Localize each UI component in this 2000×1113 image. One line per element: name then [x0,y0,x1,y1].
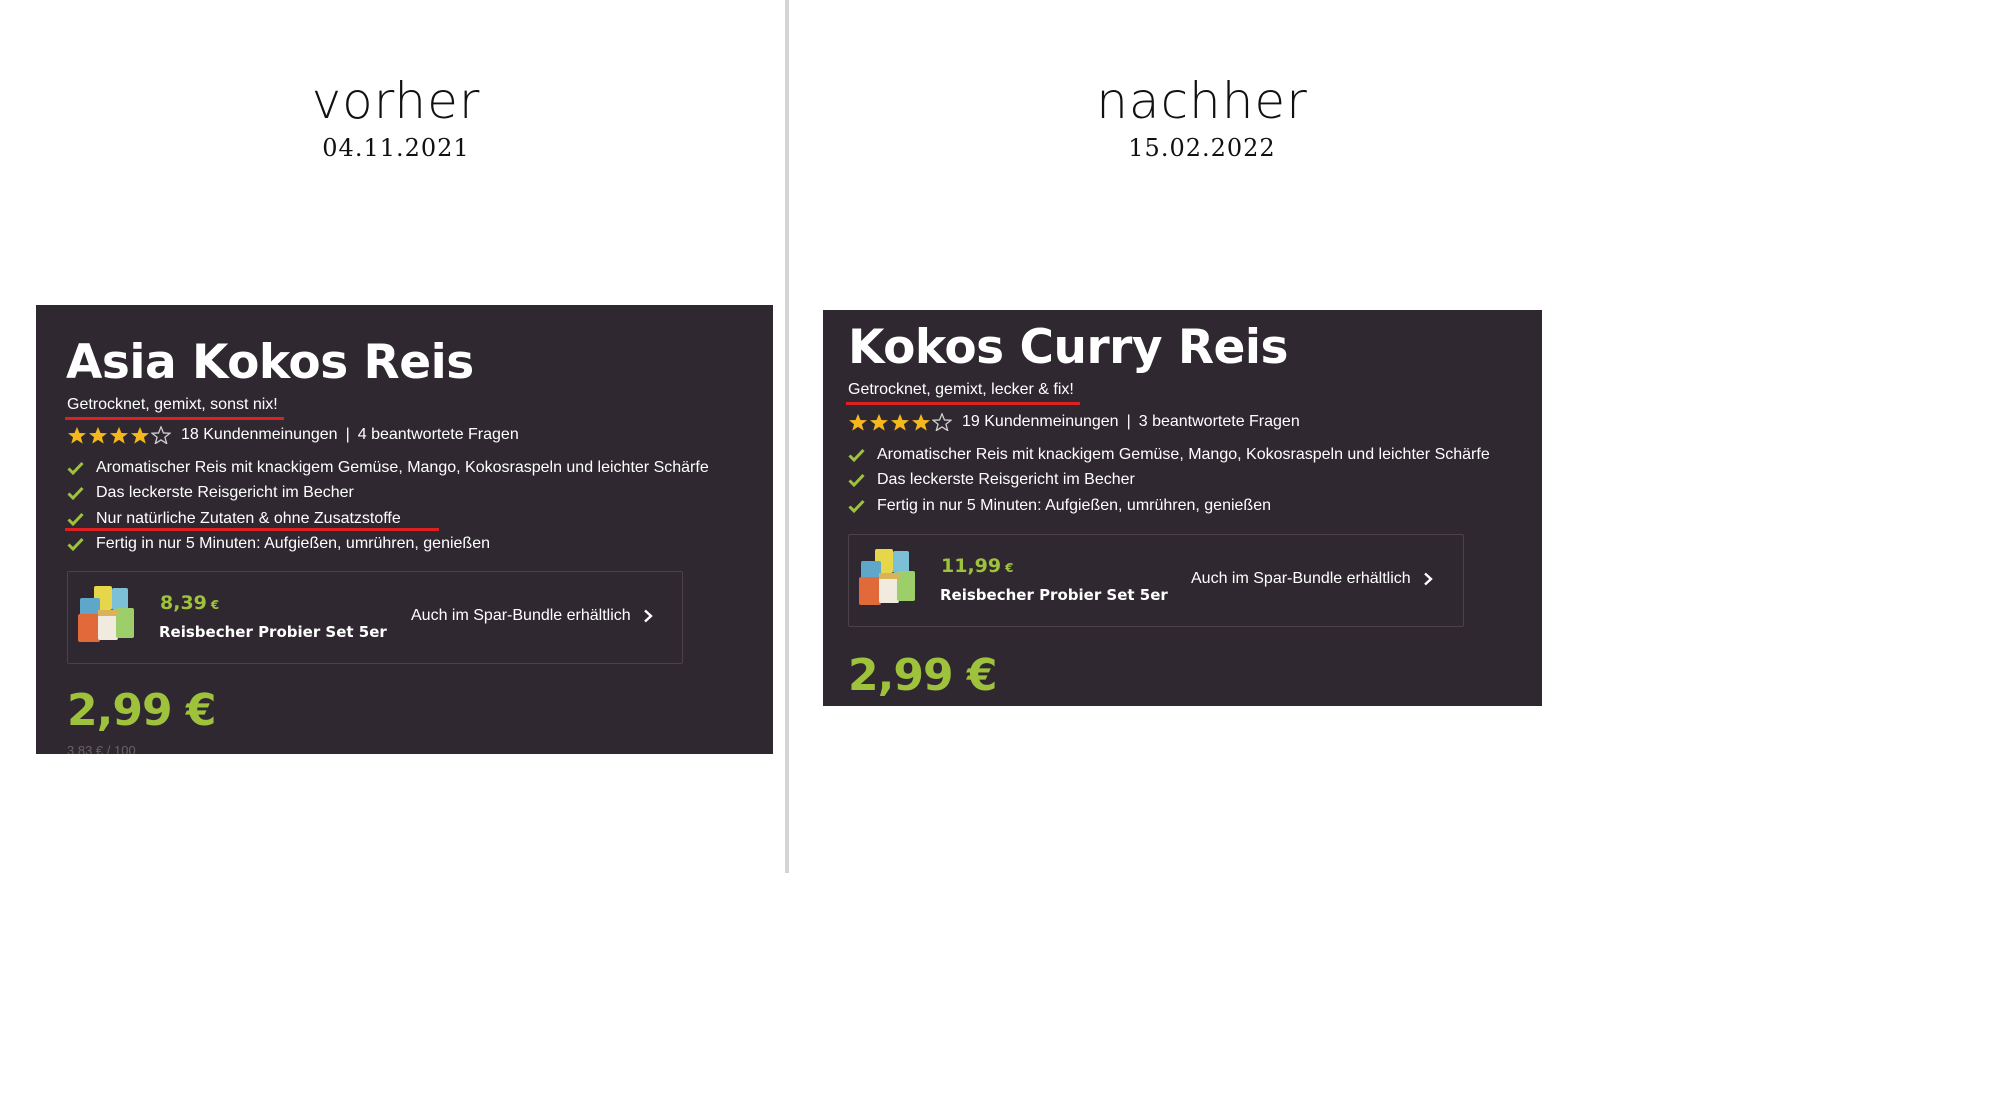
highlight-underline [65,417,284,420]
bundle-offer[interactable]: 8,39 € Reisbecher Probier Set 5er Auch im… [67,571,683,664]
product-tagline: Getrocknet, gemixt, sonst nix! [65,396,284,420]
feature-list: Aromatischer Reis mit knackigem Gemüse, … [848,442,1490,519]
check-icon [848,474,865,488]
bundle-link[interactable]: Auch im Spar-Bundle erhältlich [411,607,653,625]
bundle-offer[interactable]: 11,99 € Reisbecher Probier Set 5er Auch i… [848,534,1464,627]
star-icon [68,426,86,444]
rating-separator: | [1126,413,1131,430]
bundle-price: 11,99 € [941,555,1014,577]
check-icon [67,487,84,501]
rating-separator: | [345,426,350,443]
before-date: 04.11.2021 [322,134,470,162]
star-icon [110,426,128,444]
product-price: 2,99 € [67,685,216,736]
before-heading: vorher [311,72,481,130]
star-outline-icon [151,426,171,444]
check-icon [848,499,865,513]
feature-text: Fertig in nur 5 Minuten: Aufgießen, umrü… [96,535,490,553]
list-item: Nur natürliche Zutaten & ohne Zusatzstof… [65,506,709,532]
unit-price: 3,83 € / 100 [67,743,136,754]
product-price: 2,99 € [848,650,997,701]
product-title: Kokos Curry Reis [848,320,1288,375]
check-icon [67,461,84,475]
reviews-link[interactable]: 19 Kundenmeinungen [962,413,1119,431]
questions-link[interactable]: 4 beantwortete Fragen [358,426,519,444]
product-panel-after: Kokos Curry Reis Getrocknet, gemixt, lec… [823,310,1542,706]
list-item: Fertig in nur 5 Minuten: Aufgießen, umrü… [848,493,1490,519]
product-title: Asia Kokos Reis [66,335,474,390]
cup-bundle-image [859,549,915,605]
list-item: Das leckerste Reisgericht im Becher [848,468,1490,494]
after-date: 15.02.2022 [1128,134,1276,162]
bundle-link[interactable]: Auch im Spar-Bundle erhältlich [1191,570,1433,588]
after-heading: nachher [1096,72,1308,130]
check-icon [67,538,84,552]
cup-bundle-image [78,586,134,642]
feature-text: Nur natürliche Zutaten & ohne Zusatzstof… [96,509,401,527]
check-icon [848,448,865,462]
rating-stars [848,413,953,431]
product-tagline: Getrocknet, gemixt, lecker & fix! [846,381,1080,405]
rating-row[interactable]: 19 Kundenmeinungen | 3 beantwortete Frag… [848,413,1300,431]
feature-text: Aromatischer Reis mit knackigem Gemüse, … [96,458,709,476]
feature-text: Das leckerste Reisgericht im Becher [96,484,354,502]
after-label: nachher 15.02.2022 [1052,72,1352,162]
feature-text: Das leckerste Reisgericht im Becher [877,471,1135,489]
star-icon [131,426,149,444]
bundle-name: Reisbecher Probier Set 5er [940,586,1168,604]
chevron-right-icon [1423,572,1433,586]
column-divider [785,0,789,873]
star-icon [891,413,909,431]
questions-link[interactable]: 3 beantwortete Fragen [1139,413,1300,431]
star-outline-icon [932,413,952,431]
list-item: Fertig in nur 5 Minuten: Aufgießen, umrü… [67,532,709,558]
before-label: vorher 04.11.2021 [246,72,546,162]
check-icon [67,512,84,526]
list-item: Das leckerste Reisgericht im Becher [67,481,709,507]
list-item: Aromatischer Reis mit knackigem Gemüse, … [848,442,1490,468]
chevron-right-icon [643,609,653,623]
bundle-name: Reisbecher Probier Set 5er [159,623,387,641]
star-icon [89,426,107,444]
star-icon [849,413,867,431]
rating-stars [67,426,172,444]
list-item: Aromatischer Reis mit knackigem Gemüse, … [67,455,709,481]
feature-list: Aromatischer Reis mit knackigem Gemüse, … [65,455,709,558]
star-icon [870,413,888,431]
star-icon [912,413,930,431]
product-panel-before: Asia Kokos Reis Getrocknet, gemixt, sons… [36,305,773,754]
highlight-underline [846,402,1080,405]
reviews-link[interactable]: 18 Kundenmeinungen [181,426,338,444]
bundle-price: 8,39 € [160,592,220,614]
rating-row[interactable]: 18 Kundenmeinungen | 4 beantwortete Frag… [67,426,519,444]
feature-text: Fertig in nur 5 Minuten: Aufgießen, umrü… [877,496,1271,514]
feature-text: Aromatischer Reis mit knackigem Gemüse, … [877,445,1490,463]
